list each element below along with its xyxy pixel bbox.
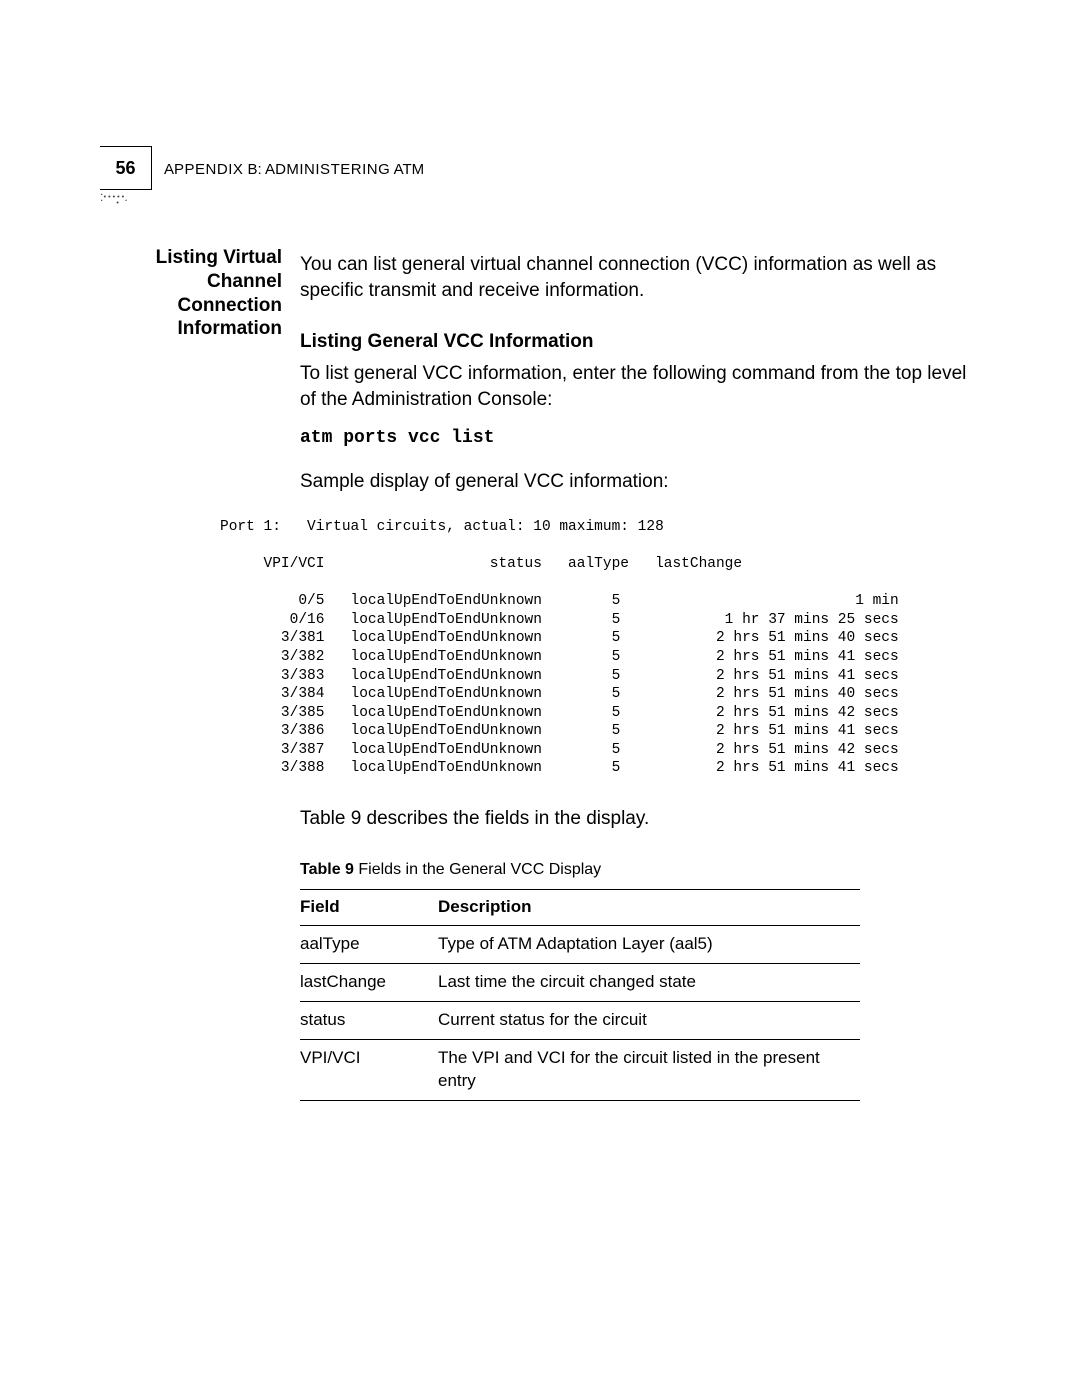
table-row: VPI/VCIThe VPI and VCI for the circuit l… xyxy=(300,1039,860,1100)
page-number-frame: 56 xyxy=(100,146,152,190)
running-head: APPENDIX B: ADMINISTERING ATM xyxy=(164,161,424,178)
table-head-row: Field Description xyxy=(300,890,860,926)
cell-description: Current status for the circuit xyxy=(438,1001,860,1039)
cell-field: VPI/VCI xyxy=(300,1039,438,1100)
cell-field: status xyxy=(300,1001,438,1039)
th-field: Field xyxy=(300,890,438,926)
fields-table: Field Description aalTypeType of ATM Ada… xyxy=(300,889,860,1101)
cell-description: The VPI and VCI for the circuit listed i… xyxy=(438,1039,860,1100)
vcc-listing-block: Port 1: Virtual circuits, actual: 10 max… xyxy=(220,518,980,778)
cell-description: Type of ATM Adaptation Layer (aal5) xyxy=(438,925,860,963)
table-caption-rest: Fields in the General VCC Display xyxy=(354,861,601,878)
page-number: 56 xyxy=(115,158,135,179)
table-caption: Table 9 Fields in the General VCC Displa… xyxy=(300,859,980,881)
table-row: aalTypeType of ATM Adaptation Layer (aal… xyxy=(300,925,860,963)
table-row: statusCurrent status for the circuit xyxy=(300,1001,860,1039)
table-caption-label: Table 9 xyxy=(300,861,354,878)
sub-heading: Listing General VCC Information xyxy=(300,329,980,355)
running-head-text: APPENDIX B: ADMINISTERING ATM xyxy=(164,161,424,178)
content-area: Listing Virtual Channel Connection Infor… xyxy=(100,240,980,1101)
intro-paragraph: You can list general virtual channel con… xyxy=(300,252,980,303)
table-row: lastChangeLast time the circuit changed … xyxy=(300,963,860,1001)
th-description: Description xyxy=(438,890,860,926)
cell-field: aalType xyxy=(300,925,438,963)
after-listing-paragraph: Table 9 describes the fields in the disp… xyxy=(300,806,980,832)
sub-paragraph: To list general VCC information, enter t… xyxy=(300,361,980,412)
decorative-dots: ..･････. ･ xyxy=(100,188,126,206)
cell-description: Last time the circuit changed state xyxy=(438,963,860,1001)
command-line: atm ports vcc list xyxy=(300,426,980,450)
sample-label: Sample display of general VCC informatio… xyxy=(300,469,980,495)
body-column: You can list general virtual channel con… xyxy=(300,246,980,1101)
cell-field: lastChange xyxy=(300,963,438,1001)
section-row: Listing Virtual Channel Connection Infor… xyxy=(100,246,980,1101)
side-heading: Listing Virtual Channel Connection Infor… xyxy=(100,246,300,341)
page: 56 APPENDIX B: ADMINISTERING ATM ..･････… xyxy=(0,0,1080,1397)
